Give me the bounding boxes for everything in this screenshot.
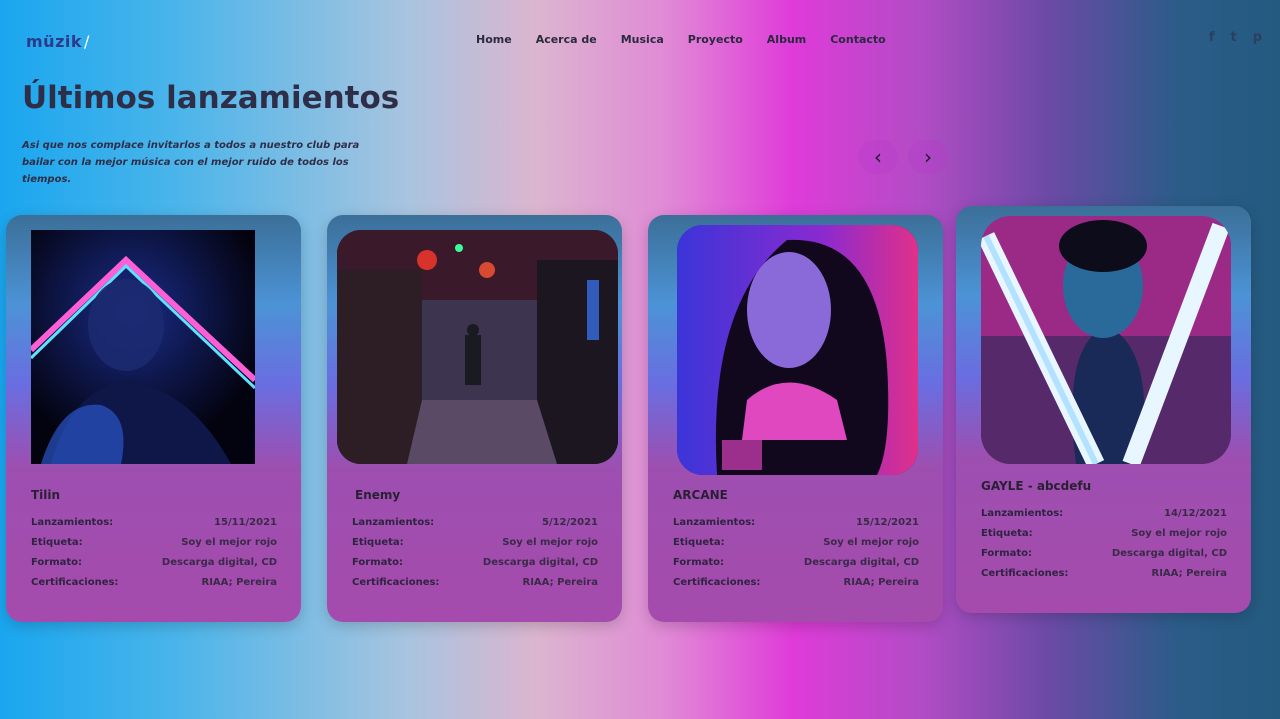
label-label: Etiqueta: — [981, 528, 1033, 539]
card-title: GAYLE - abcdefu — [981, 479, 1092, 493]
release-label: Lanzamientos: — [31, 517, 114, 528]
certs-label: Certificaciones: — [31, 577, 119, 588]
pinterest-icon[interactable]: p — [1253, 30, 1262, 45]
release-card[interactable]: Tilin Lanzamientos: 15/11/2021 Etiqueta: S… — [6, 215, 301, 622]
card-details: Lanzamientos: 15/12/2021 Etiqueta: Soy el … — [673, 513, 919, 593]
release-label: Lanzamientos: — [981, 508, 1064, 519]
release-label: Lanzamientos: — [673, 517, 756, 528]
main-nav: Home Acerca de Musica Proyecto Album Con… — [476, 33, 910, 46]
label-label: Etiqueta: — [673, 537, 725, 548]
label-value: Soy el mejor rojo — [1131, 528, 1227, 539]
card-title: Enemy — [355, 488, 401, 502]
album-cover-image — [981, 216, 1231, 464]
certs-value: RIAA; Pereira — [522, 577, 599, 588]
nav-about[interactable]: Acerca de — [536, 33, 597, 46]
glitter-portrait-icon — [677, 225, 918, 475]
format-label: Formato: — [673, 557, 725, 568]
logo-mark: / — [84, 32, 90, 51]
page-subtitle: Asi que nos complace invitarlos a todos … — [22, 140, 360, 185]
release-value: 5/12/2021 — [541, 517, 598, 528]
certs-label: Certificaciones: — [352, 577, 440, 588]
nav-home[interactable]: Home — [476, 33, 512, 46]
format-value: Descarga digital, CD — [803, 557, 919, 568]
neon-portrait-icon — [31, 230, 255, 464]
release-label: Lanzamientos: — [352, 517, 435, 528]
label-label: Etiqueta: — [31, 537, 83, 548]
release-value: 15/12/2021 — [856, 517, 919, 528]
neon-tubes-portrait-icon — [981, 216, 1231, 464]
album-cover-image — [337, 230, 618, 464]
facebook-icon[interactable]: f — [1209, 30, 1215, 45]
format-label: Formato: — [981, 548, 1033, 559]
card-title: ARCANE — [673, 488, 728, 502]
nav-music[interactable]: Musica — [621, 33, 664, 46]
night-alley-icon — [337, 230, 618, 464]
format-value: Descarga digital, CD — [482, 557, 598, 568]
nav-contact[interactable]: Contacto — [830, 33, 885, 46]
release-card[interactable]: GAYLE - abcdefu Lanzamientos: 14/12/2021 … — [956, 206, 1251, 613]
format-value: Descarga digital, CD — [161, 557, 277, 568]
card-details: Lanzamientos: 15/11/2021 Etiqueta: Soy el … — [31, 513, 277, 593]
carousel-next-button[interactable]: › — [908, 140, 948, 174]
certs-value: RIAA; Pereira — [1151, 568, 1228, 579]
card-details: Lanzamientos: 14/12/2021 Etiqueta: Soy el … — [981, 504, 1227, 584]
label-label: Etiqueta: — [352, 537, 404, 548]
release-value: 15/11/2021 — [214, 517, 277, 528]
card-details: Lanzamientos: 5/12/2021 Etiqueta: Soy el m… — [352, 513, 598, 593]
nav-project[interactable]: Proyecto — [688, 33, 743, 46]
carousel-controls: ‹ › — [858, 140, 948, 174]
album-cover-image — [31, 230, 255, 464]
carousel-prev-button[interactable]: ‹ — [858, 140, 898, 174]
label-value: Soy el mejor rojo — [823, 537, 919, 548]
chevron-left-icon: ‹ — [874, 145, 882, 169]
card-title: Tilin — [31, 488, 61, 502]
format-label: Formato: — [352, 557, 404, 568]
page-title: Últimos lanzamientos — [22, 80, 400, 116]
release-card[interactable]: Enemy Lanzamientos: 5/12/2021 Etiqueta: So… — [327, 215, 622, 622]
certs-label: Certificaciones: — [981, 568, 1069, 579]
certs-value: RIAA; Pereira — [201, 577, 278, 588]
chevron-right-icon: › — [924, 145, 932, 169]
release-value: 14/12/2021 — [1164, 508, 1227, 519]
certs-value: RIAA; Pereira — [843, 577, 920, 588]
social-links: f t p — [1209, 30, 1262, 45]
release-card[interactable]: ARCANE Lanzamientos: 15/12/2021 Etiqueta:… — [648, 215, 943, 622]
label-value: Soy el mejor rojo — [502, 537, 598, 548]
logo[interactable]: müzik / — [26, 32, 90, 51]
label-value: Soy el mejor rojo — [181, 537, 277, 548]
format-value: Descarga digital, CD — [1111, 548, 1227, 559]
twitter-icon[interactable]: t — [1230, 30, 1236, 45]
certs-label: Certificaciones: — [673, 577, 761, 588]
album-cover-image — [677, 225, 918, 475]
nav-album[interactable]: Album — [767, 33, 806, 46]
format-label: Formato: — [31, 557, 83, 568]
